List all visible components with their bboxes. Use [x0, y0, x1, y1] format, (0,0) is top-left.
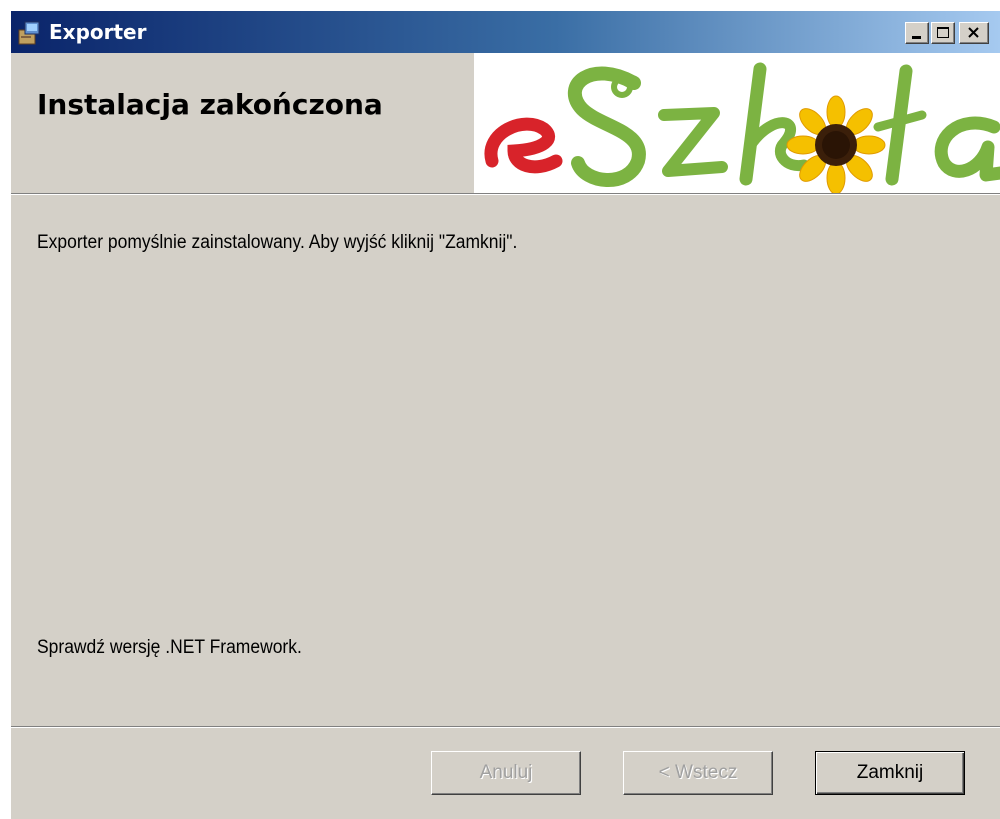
- close-window-button[interactable]: [959, 22, 989, 44]
- eszkola-logo: [474, 53, 1000, 193]
- success-message: Exporter pomyślnie zainstalowany. Aby wy…: [37, 232, 518, 253]
- window-title: Exporter: [49, 20, 147, 44]
- installer-icon: [17, 20, 43, 46]
- cancel-button[interactable]: Anuluj: [431, 751, 581, 795]
- title-bar[interactable]: Exporter: [11, 11, 1000, 53]
- page-title: Instalacja zakończona: [37, 88, 383, 121]
- framework-note: Sprawdź wersję .NET Framework.: [37, 637, 302, 658]
- back-button[interactable]: < Wstecz: [623, 751, 773, 795]
- minimize-icon: [912, 36, 921, 39]
- close-icon: [968, 27, 979, 38]
- header-divider: [11, 193, 1000, 195]
- maximize-icon: [937, 27, 949, 38]
- close-button[interactable]: Zamknij: [815, 751, 965, 795]
- header-panel: Instalacja zakończona: [11, 53, 1000, 193]
- footer-divider: [11, 726, 1000, 728]
- maximize-button[interactable]: [931, 22, 955, 44]
- minimize-button[interactable]: [905, 22, 929, 44]
- installer-window: Exporter Instalacja zakończona Exporter …: [10, 10, 1000, 819]
